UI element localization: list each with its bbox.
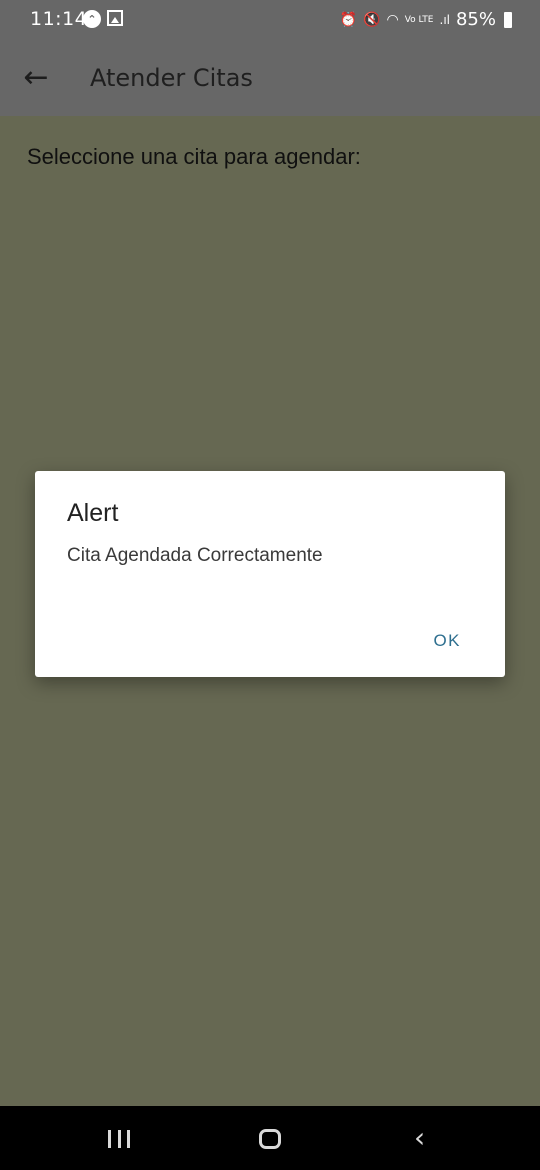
app-bar: ← Atender Citas — [0, 40, 540, 116]
status-right-icons: ⏰ 🔇 ◠ Vo LTE .ıl 85% — [340, 9, 512, 30]
alert-message: Cita Agendada Correctamente — [67, 545, 323, 566]
status-left-icons: ⌃ — [83, 10, 123, 28]
back-arrow-icon[interactable]: ← — [18, 60, 54, 96]
battery-percent: 85% — [455, 9, 496, 30]
wifi-icon: ◠ — [386, 11, 399, 28]
back-icon[interactable]: ‹ — [414, 1124, 425, 1152]
status-time: 11:14 — [30, 8, 88, 30]
navigation-bar: ‹ — [0, 1106, 540, 1170]
alarm-icon: ⏰ — [339, 11, 358, 28]
volte-icon: Vo LTE — [404, 14, 434, 25]
page-title: Atender Citas — [90, 64, 253, 92]
image-icon — [107, 10, 123, 26]
status-bar: 11:14 ⌃ ⏰ 🔇 ◠ Vo LTE .ıl 85% — [0, 0, 540, 40]
recent-apps-icon[interactable] — [108, 1130, 130, 1148]
battery-icon — [504, 11, 512, 28]
alert-title: Alert — [67, 499, 119, 527]
select-appointment-prompt: Seleccione una cita para agendar: — [27, 144, 361, 169]
ok-button[interactable]: OK — [433, 631, 461, 651]
alert-dialog: Alert Cita Agendada Correctamente OK — [35, 471, 505, 677]
home-icon[interactable] — [259, 1129, 281, 1149]
mute-icon: 🔇 — [363, 11, 381, 28]
signal-icon: .ıl — [439, 12, 450, 27]
navigation-icon: ⌃ — [83, 10, 101, 28]
